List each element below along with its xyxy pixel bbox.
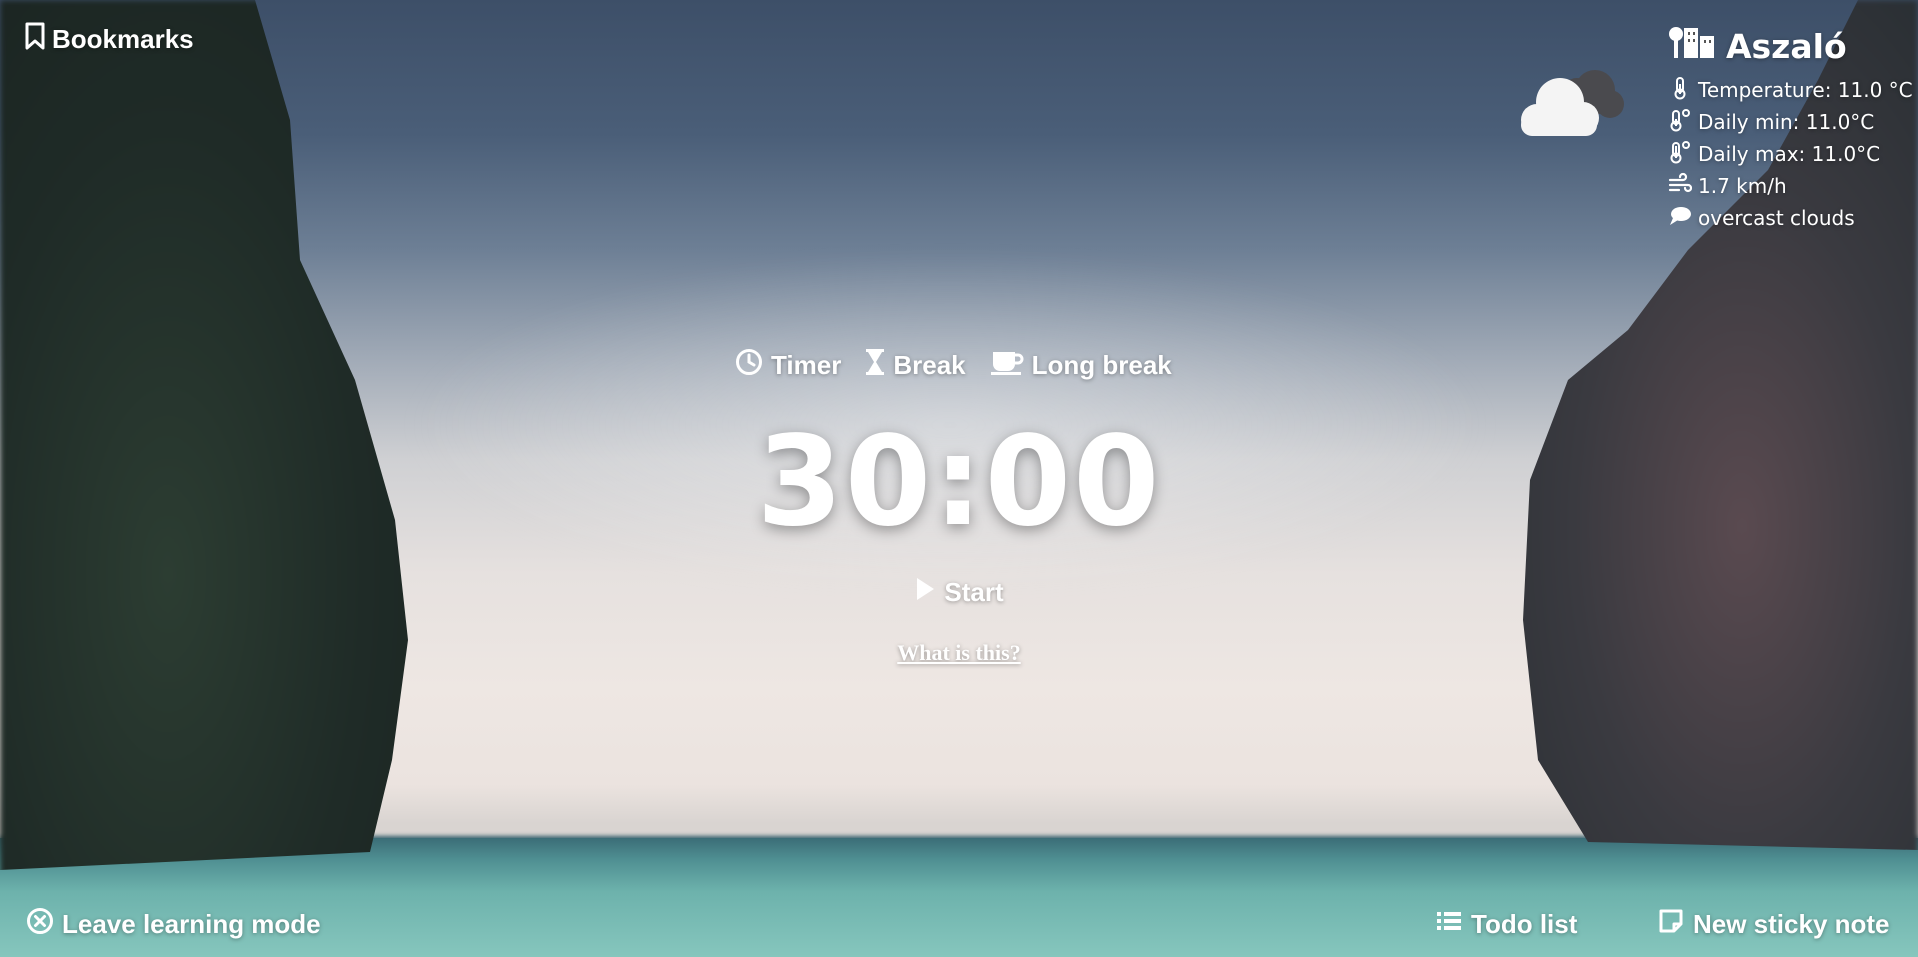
list-icon bbox=[1435, 907, 1463, 942]
todo-list-label: Todo list bbox=[1471, 909, 1578, 939]
weather-daily-min: Daily min: 11.0°C bbox=[1698, 110, 1875, 134]
tab-long-break[interactable]: Long break bbox=[990, 348, 1172, 383]
timer-display: 30:00 bbox=[756, 410, 1162, 554]
new-sticky-note-label: New sticky note bbox=[1693, 909, 1890, 939]
tab-timer[interactable]: Timer bbox=[735, 348, 841, 383]
start-button[interactable]: Start bbox=[0, 576, 1918, 609]
weather-max-row: Daily max: 11.0°C bbox=[1668, 138, 1913, 170]
weather-temperature-row: Temperature: 11.0 °C bbox=[1668, 74, 1913, 106]
thermometer-high-icon bbox=[1668, 140, 1692, 169]
hourglass-icon bbox=[865, 348, 885, 383]
city-buildings-icon bbox=[1668, 24, 1720, 68]
new-sticky-note-button[interactable]: New sticky note bbox=[1657, 907, 1890, 942]
tab-timer-label: Timer bbox=[771, 350, 842, 380]
wind-icon bbox=[1668, 172, 1693, 201]
weather-city: Aszaló bbox=[1668, 24, 1913, 68]
todo-list-button[interactable]: Todo list bbox=[1435, 907, 1577, 942]
what-is-this-link[interactable]: What is this? bbox=[0, 640, 1918, 666]
tab-long-break-label: Long break bbox=[1031, 350, 1172, 380]
start-label: Start bbox=[944, 577, 1004, 607]
weather-wind: 1.7 km/h bbox=[1698, 174, 1787, 198]
sticky-note-icon bbox=[1657, 907, 1685, 942]
weather-description-row: overcast clouds bbox=[1668, 202, 1913, 234]
weather-temperature: Temperature: 11.0 °C bbox=[1698, 78, 1913, 102]
overcast-cloud-icon bbox=[1515, 62, 1625, 140]
bookmarks-label: Bookmarks bbox=[52, 24, 194, 54]
bookmark-icon bbox=[24, 22, 46, 57]
close-circle-icon bbox=[26, 907, 54, 942]
weather-daily-max: Daily max: 11.0°C bbox=[1698, 142, 1881, 166]
tab-break-label: Break bbox=[893, 350, 966, 380]
weather-widget: Aszaló Temperature: 11.0 °C Daily min: 1… bbox=[1668, 24, 1913, 234]
weather-description: overcast clouds bbox=[1698, 206, 1855, 230]
speech-bubble-icon bbox=[1668, 204, 1692, 233]
leave-learning-mode-button[interactable]: Leave learning mode bbox=[26, 907, 321, 942]
leave-learning-mode-label: Leave learning mode bbox=[62, 909, 321, 939]
timer-mode-tabs: Timer Break Long break bbox=[735, 348, 1172, 383]
coffee-cup-icon bbox=[990, 348, 1024, 383]
clock-icon bbox=[735, 348, 763, 383]
tab-break[interactable]: Break bbox=[865, 348, 966, 383]
play-icon bbox=[914, 576, 936, 609]
thermometer-icon bbox=[1668, 76, 1692, 105]
city-name: Aszaló bbox=[1726, 26, 1847, 66]
bookmarks-button[interactable]: Bookmarks bbox=[24, 22, 194, 57]
weather-min-row: Daily min: 11.0°C bbox=[1668, 106, 1913, 138]
weather-wind-row: 1.7 km/h bbox=[1668, 170, 1913, 202]
thermometer-low-icon bbox=[1668, 108, 1692, 137]
